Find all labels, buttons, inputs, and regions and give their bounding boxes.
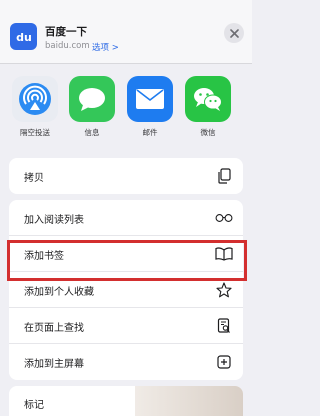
preview-thumbnail bbox=[135, 386, 243, 416]
action-label: 添加到主屏幕 bbox=[24, 359, 84, 370]
find-in-page-icon bbox=[215, 317, 233, 335]
airdrop-icon bbox=[12, 76, 58, 122]
actions-group: 加入阅读列表 添加书签 添加到个人收藏 在页面上查找 添加到主屏幕 bbox=[9, 200, 243, 380]
reading-glasses-icon bbox=[215, 209, 233, 227]
favorites-highlight-box bbox=[7, 240, 247, 281]
action-label: 拷贝 bbox=[24, 173, 44, 184]
copy-group: 拷贝 bbox=[9, 158, 243, 194]
action-copy[interactable]: 拷贝 bbox=[9, 158, 243, 194]
action-label: 在页面上查找 bbox=[24, 323, 84, 334]
action-add-home-screen[interactable]: 添加到主屏幕 bbox=[9, 344, 243, 380]
share-sheet-header: du 百度一下 baidu.com 选项 > bbox=[0, 0, 252, 64]
action-add-reading-list[interactable]: 加入阅读列表 bbox=[9, 200, 243, 236]
share-target-airdrop[interactable]: 隔空投送 bbox=[10, 76, 60, 138]
share-target-messages[interactable]: 信息 bbox=[67, 76, 117, 138]
close-button[interactable] bbox=[224, 23, 244, 43]
share-target-wechat[interactable]: 微信 bbox=[183, 76, 233, 138]
action-label: 添加到个人收藏 bbox=[24, 287, 94, 298]
baidu-logo-icon: du bbox=[10, 23, 37, 50]
wechat-icon bbox=[185, 76, 231, 122]
page-title: 百度一下 bbox=[45, 26, 87, 38]
mail-icon bbox=[127, 76, 173, 122]
baidu-logo-text: du bbox=[16, 31, 32, 44]
share-targets-row: 隔空投送 信息 邮件 微信 bbox=[0, 76, 252, 146]
action-label: 加入阅读列表 bbox=[24, 215, 84, 226]
star-icon bbox=[215, 281, 233, 299]
share-target-label: 信息 bbox=[84, 128, 100, 137]
action-find-on-page[interactable]: 在页面上查找 bbox=[9, 308, 243, 344]
options-link[interactable]: 选项 > bbox=[92, 41, 119, 53]
share-sheet: du 百度一下 baidu.com 选项 > 隔空投送 信息 邮件 微信 拷贝 … bbox=[0, 0, 252, 416]
share-target-label: 隔空投送 bbox=[20, 128, 50, 137]
action-label: 标记 bbox=[24, 400, 44, 411]
close-icon bbox=[229, 28, 239, 38]
share-target-label: 微信 bbox=[200, 128, 216, 137]
share-target-label: 邮件 bbox=[142, 128, 158, 137]
action-markup[interactable]: 标记 bbox=[9, 386, 243, 416]
messages-icon bbox=[69, 76, 115, 122]
page-domain: baidu.com bbox=[45, 41, 90, 51]
copy-icon bbox=[215, 167, 233, 185]
share-target-mail[interactable]: 邮件 bbox=[125, 76, 175, 138]
add-square-icon bbox=[215, 353, 233, 371]
